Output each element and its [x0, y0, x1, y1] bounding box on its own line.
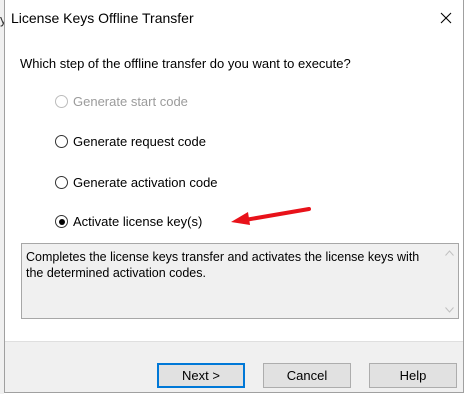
close-icon	[440, 12, 452, 24]
title-bar: License Keys Offline Transfer	[5, 0, 463, 37]
radio-button[interactable]	[55, 176, 68, 189]
radio-activate-license-keys[interactable]: Activate license key(s)	[55, 214, 202, 229]
radio-button[interactable]	[55, 135, 68, 148]
footer-separator	[5, 341, 463, 342]
radio-generate-activation-code[interactable]: Generate activation code	[55, 175, 218, 190]
radio-label: Generate start code	[73, 94, 188, 109]
radio-button	[55, 95, 68, 108]
dialog-content: Which step of the offline transfer do yo…	[5, 37, 463, 341]
description-box: Completes the license keys transfer and …	[21, 243, 459, 319]
radio-generate-start-code: Generate start code	[55, 94, 188, 109]
scroll-up-button[interactable]	[441, 244, 458, 261]
chevron-down-icon	[445, 306, 454, 313]
next-button[interactable]: Next >	[157, 363, 245, 388]
step-question: Which step of the offline transfer do yo…	[20, 56, 351, 71]
close-button[interactable]	[433, 6, 459, 30]
red-arrow-icon	[231, 207, 311, 225]
offline-transfer-dialog: License Keys Offline Transfer Which step…	[4, 0, 464, 393]
description-scrollbar[interactable]	[441, 244, 458, 318]
description-text: Completes the license keys transfer and …	[26, 250, 420, 280]
radio-button-selected[interactable]	[55, 215, 68, 228]
radio-label[interactable]: Generate request code	[73, 134, 206, 149]
help-button[interactable]: Help	[369, 363, 457, 388]
window-title: License Keys Offline Transfer	[11, 10, 194, 26]
radio-generate-request-code[interactable]: Generate request code	[55, 134, 206, 149]
scroll-down-button[interactable]	[441, 301, 458, 318]
chevron-up-icon	[445, 249, 454, 256]
radio-label[interactable]: Activate license key(s)	[73, 214, 202, 229]
cancel-button[interactable]: Cancel	[263, 363, 351, 388]
radio-label[interactable]: Generate activation code	[73, 175, 218, 190]
